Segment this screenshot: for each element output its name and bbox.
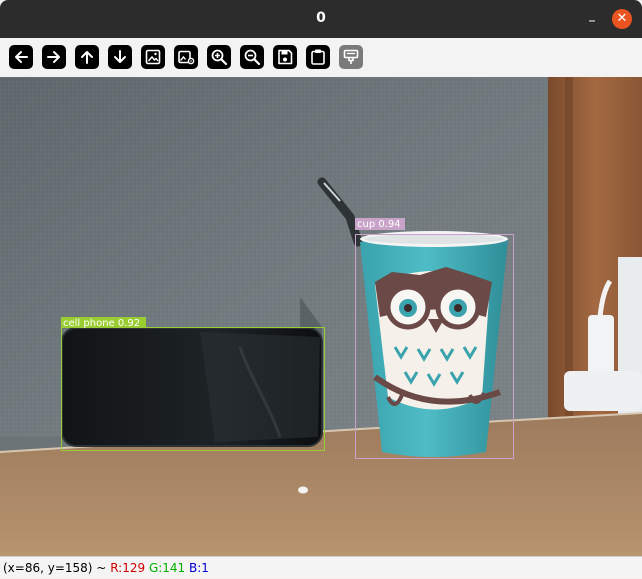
properties-icon bbox=[343, 49, 359, 64]
camera-image: cell phone 0.92 cup 0.94 bbox=[0, 77, 642, 556]
close-button[interactable]: ✕ bbox=[612, 9, 632, 29]
title-bar: 0 – ✕ bbox=[0, 0, 642, 38]
image-icon bbox=[145, 49, 161, 65]
zoom-in-button[interactable] bbox=[207, 45, 231, 69]
zoom-in-icon bbox=[211, 49, 228, 66]
zoom-out-icon bbox=[244, 49, 261, 66]
arrow-up-icon bbox=[81, 51, 93, 64]
save-icon bbox=[278, 49, 293, 65]
copy-to-clipboard-button[interactable] bbox=[306, 45, 330, 69]
arrow-left-icon bbox=[15, 51, 28, 63]
properties-button[interactable] bbox=[339, 45, 363, 69]
cursor-coordinates: (x=86, y=158) ~ bbox=[3, 561, 107, 575]
pan-right-button[interactable] bbox=[42, 45, 66, 69]
zoom-out-button[interactable] bbox=[240, 45, 264, 69]
toolbar bbox=[0, 38, 642, 78]
pixel-blue-value: B:1 bbox=[189, 561, 209, 575]
pan-up-button[interactable] bbox=[75, 45, 99, 69]
clipboard-icon bbox=[311, 49, 325, 65]
detection-label-cup: cup 0.94 bbox=[357, 219, 401, 230]
status-bar: (x=86, y=158) ~ R:129 G:141 B:1 bbox=[0, 556, 642, 578]
arrow-right-icon bbox=[47, 51, 60, 63]
zoom-original-button[interactable] bbox=[174, 45, 198, 69]
image-settings-icon bbox=[178, 50, 195, 65]
arrow-down-icon bbox=[114, 50, 126, 63]
detection-label-cell-phone: cell phone 0.92 bbox=[63, 318, 140, 329]
zoom-fit-button[interactable] bbox=[141, 45, 165, 69]
image-canvas[interactable]: cell phone 0.92 cup 0.94 bbox=[0, 77, 642, 556]
pixel-red-value: R:129 bbox=[110, 561, 146, 575]
pan-down-button[interactable] bbox=[108, 45, 132, 69]
pixel-green-value: G:141 bbox=[148, 561, 186, 575]
pan-left-button[interactable] bbox=[9, 45, 33, 69]
save-button[interactable] bbox=[273, 45, 297, 69]
minimize-button[interactable]: – bbox=[582, 9, 602, 29]
window-title: 0 bbox=[316, 10, 326, 26]
